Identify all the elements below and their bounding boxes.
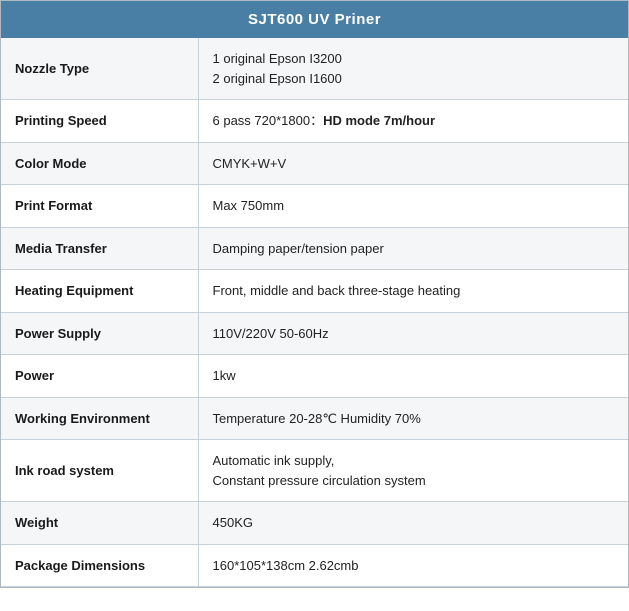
row-value: Damping paper/tension paper <box>198 227 628 270</box>
table-row: Power Supply110V/220V 50-60Hz <box>1 312 628 355</box>
row-value: 6 pass 720*1800：HD mode 7m/hour <box>198 100 628 143</box>
row-value: 110V/220V 50-60Hz <box>198 312 628 355</box>
row-value: Front, middle and back three-stage heati… <box>198 270 628 313</box>
specs-body: Nozzle Type1 original Epson I32002 origi… <box>1 38 628 587</box>
table-row: Heating EquipmentFront, middle and back … <box>1 270 628 313</box>
row-label: Working Environment <box>1 397 198 440</box>
row-label: Media Transfer <box>1 227 198 270</box>
spec-table: SJT600 UV Priner Nozzle Type1 original E… <box>0 0 629 588</box>
row-label: Printing Speed <box>1 100 198 143</box>
table-row: Power1kw <box>1 355 628 398</box>
row-value: Temperature 20-28℃ Humidity 70% <box>198 397 628 440</box>
table-row: Nozzle Type1 original Epson I32002 origi… <box>1 38 628 100</box>
table-row: Color ModeCMYK+W+V <box>1 142 628 185</box>
table-row: Working EnvironmentTemperature 20-28℃ Hu… <box>1 397 628 440</box>
row-label: Heating Equipment <box>1 270 198 313</box>
table-row: Weight450KG <box>1 502 628 545</box>
header-title: SJT600 UV Priner <box>248 11 381 28</box>
table-row: Package Dimensions160*105*138cm 2.62cmb <box>1 544 628 587</box>
row-value: CMYK+W+V <box>198 142 628 185</box>
table-row: Ink road systemAutomatic ink supply,Cons… <box>1 440 628 502</box>
row-label: Ink road system <box>1 440 198 502</box>
row-value: 1kw <box>198 355 628 398</box>
table-row: Printing Speed6 pass 720*1800：HD mode 7m… <box>1 100 628 143</box>
row-value: 160*105*138cm 2.62cmb <box>198 544 628 587</box>
row-value: Max 750mm <box>198 185 628 228</box>
row-label: Color Mode <box>1 142 198 185</box>
table-row: Media TransferDamping paper/tension pape… <box>1 227 628 270</box>
table-header: SJT600 UV Priner <box>1 1 628 38</box>
row-label: Power <box>1 355 198 398</box>
row-value: 450KG <box>198 502 628 545</box>
row-label: Weight <box>1 502 198 545</box>
row-label: Package Dimensions <box>1 544 198 587</box>
row-value: 1 original Epson I32002 original Epson I… <box>198 38 628 100</box>
row-label: Nozzle Type <box>1 38 198 100</box>
row-label: Print Format <box>1 185 198 228</box>
row-label: Power Supply <box>1 312 198 355</box>
row-value: Automatic ink supply,Constant pressure c… <box>198 440 628 502</box>
table-row: Print FormatMax 750mm <box>1 185 628 228</box>
